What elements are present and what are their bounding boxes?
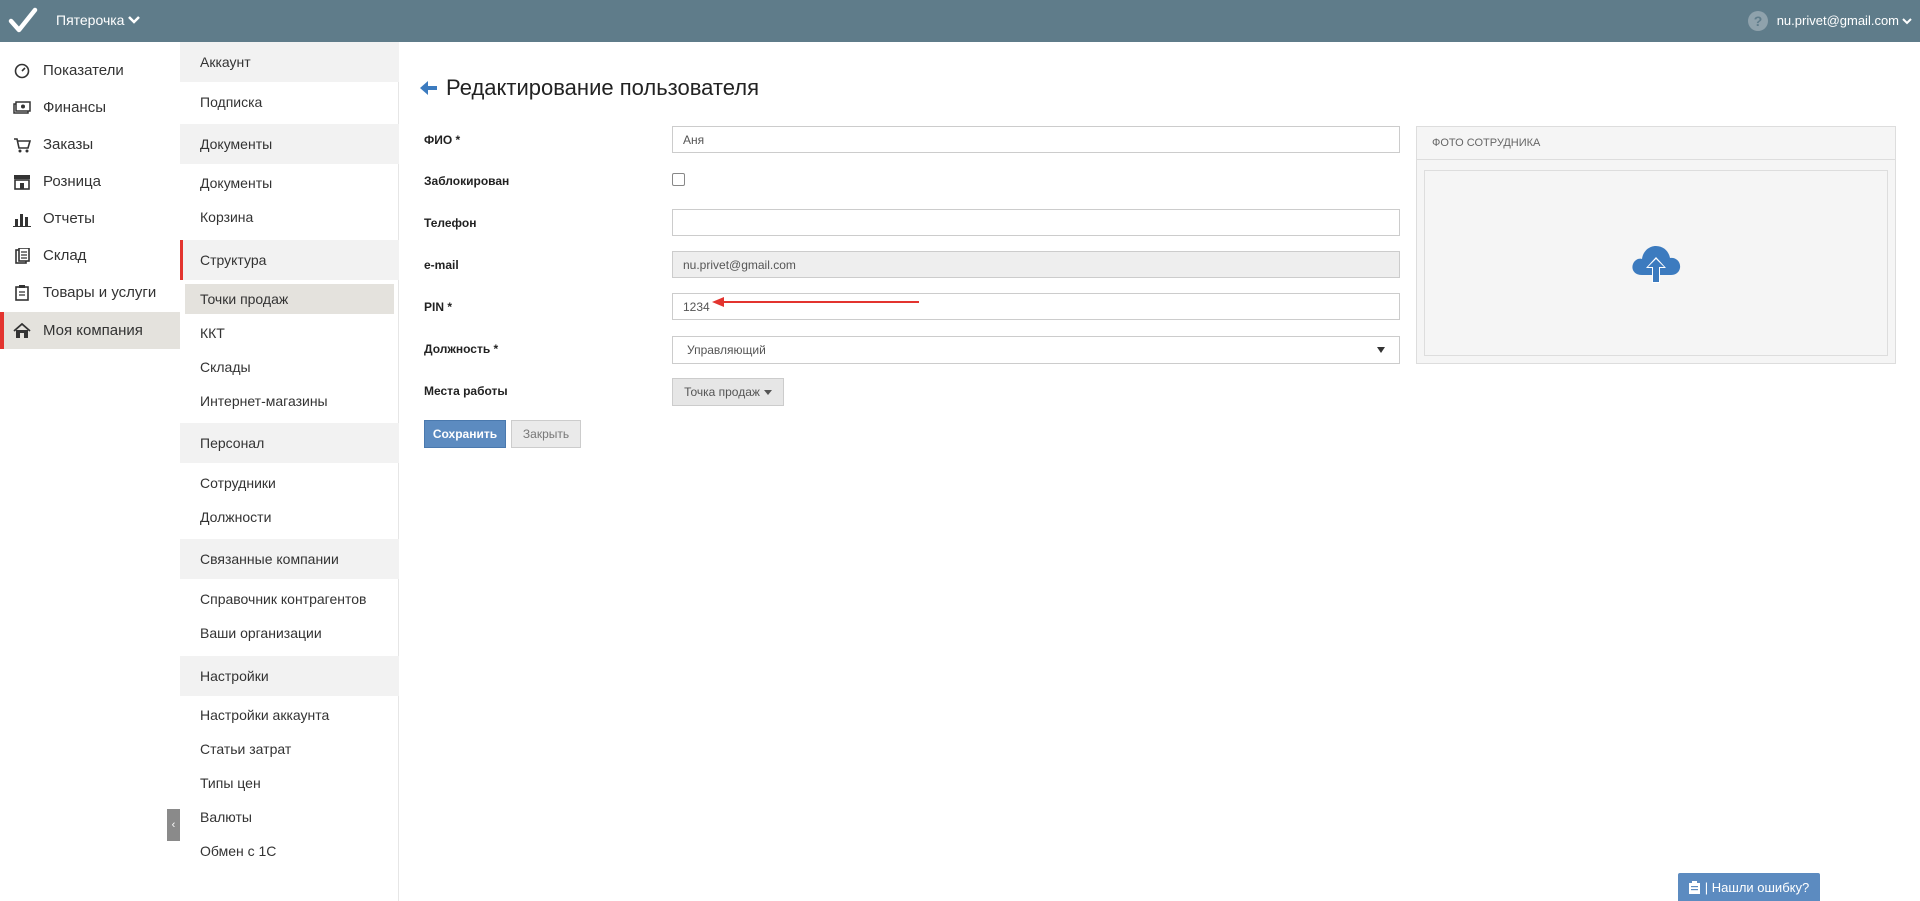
sub-item-employees[interactable]: Сотрудники [180,468,399,498]
nav-label: Финансы [43,99,106,116]
main-sidebar: Показатели Финансы Заказы Розница Отчеты… [0,42,180,901]
company-name: Пятерочка [56,12,125,28]
clipboard-icon [1688,880,1700,894]
section-settings: Настройки [180,656,399,696]
company-switcher[interactable]: Пятерочка [56,12,141,28]
sub-item-points-of-sale[interactable]: Точки продаж [185,284,394,314]
sub-item-counterparties[interactable]: Справочник контрагентов [180,584,399,614]
sub-item-documents[interactable]: Документы [180,168,399,198]
warehouse-icon [13,247,31,265]
store-icon [13,173,31,191]
close-button[interactable]: Закрыть [511,420,581,448]
report-bug-button[interactable]: | Нашли ошибку? [1678,873,1820,901]
nav-item-reports[interactable]: Отчеты [0,200,180,237]
chevron-down-icon [1902,17,1912,24]
report-bug-label: | Нашли ошибку? [1704,879,1810,895]
pin-label: PIN * [424,300,453,314]
name-field[interactable] [672,126,1400,153]
checkmark-logo-icon[interactable] [8,6,38,36]
sub-item-warehouses[interactable]: Склады [180,352,399,382]
cart-icon [13,136,31,154]
page-header: Редактирование пользователя [418,75,759,101]
email-label: e-mail [424,258,459,272]
cloud-upload-icon [1632,246,1681,283]
sub-item-basket[interactable]: Корзина [180,202,399,232]
workplaces-value: Точка продаж [684,385,760,399]
clipboard-icon [13,284,31,302]
sub-item-kkt[interactable]: ККТ [180,318,399,348]
sub-item-exchange-1c[interactable]: Обмен с 1С [180,836,399,866]
section-documents: Документы [180,124,399,164]
bar-chart-icon [13,210,31,228]
sub-item-online-stores[interactable]: Интернет-магазины [180,386,399,416]
user-email: nu.privet@gmail.com [1776,13,1899,28]
nav-label: Показатели [43,62,124,79]
section-structure: Структура [180,240,399,280]
sub-item-expense-items[interactable]: Статьи затрат [180,734,399,764]
back-arrow-icon[interactable] [418,78,438,98]
photo-panel-title: ФОТО СОТРУДНИКА [1417,127,1895,160]
sub-item-subscription[interactable]: Подписка [180,87,399,117]
nav-label: Розница [43,173,101,190]
collapse-sidebar-button[interactable]: ‹ [167,809,180,841]
phone-label: Телефон [424,216,477,230]
dashboard-icon [13,62,31,80]
nav-item-warehouse[interactable]: Склад [0,237,180,274]
workplaces-label: Места работы [424,384,508,398]
photo-panel: ФОТО СОТРУДНИКА [1416,126,1896,364]
section-account: Аккаунт [180,42,399,82]
sub-item-positions[interactable]: Должности [180,502,399,532]
blocked-label: Заблокирован [424,174,510,188]
sub-item-account-settings[interactable]: Настройки аккаунта [180,700,399,730]
user-menu[interactable]: nu.privet@gmail.com [1777,13,1912,28]
nav-item-goods[interactable]: Товары и услуги [0,274,180,311]
workplaces-dropdown[interactable]: Точка продаж [672,378,784,406]
sub-item-organizations[interactable]: Ваши организации [180,618,399,648]
nav-item-orders[interactable]: Заказы [0,126,180,163]
top-bar: Пятерочка ? nu.privet@gmail.com [0,0,1920,42]
sub-sidebar: Аккаунт Подписка Документы Документы Кор… [180,42,399,901]
sub-item-currencies[interactable]: Валюты [180,802,399,832]
triangle-down-icon [1377,347,1385,353]
phone-field[interactable] [672,209,1400,236]
save-button[interactable]: Сохранить [424,420,506,448]
nav-item-retail[interactable]: Розница [0,163,180,200]
caret-down-icon [763,389,772,395]
position-label: Должность * [424,342,499,356]
nav-label: Заказы [43,136,94,153]
section-related-companies: Связанные компании [180,539,399,579]
position-select[interactable]: Управляющий [672,336,1400,364]
position-value: Управляющий [687,343,766,357]
email-field [672,251,1400,278]
help-icon[interactable]: ? [1748,11,1768,31]
page-title: Редактирование пользователя [446,75,760,100]
blocked-checkbox[interactable] [672,173,685,186]
nav-item-indicators[interactable]: Показатели [0,52,180,89]
section-staff: Персонал [180,423,399,463]
sub-item-price-types[interactable]: Типы цен [180,768,399,798]
main-content: Редактирование пользователя ФИО * Заблок… [400,42,1920,901]
nav-item-finance[interactable]: Финансы [0,89,180,126]
nav-label: Товары и услуги [43,284,157,301]
money-icon [13,99,31,117]
nav-label: Склад [43,247,87,264]
nav-label: Моя компания [43,322,143,339]
nav-label: Отчеты [43,210,95,227]
chevron-down-icon [128,16,141,24]
red-arrow-annotation-icon [712,297,919,307]
name-label: ФИО * [424,133,461,147]
nav-item-my-company[interactable]: Моя компания [0,312,180,349]
home-icon [13,322,31,340]
photo-upload-area[interactable] [1424,170,1888,356]
